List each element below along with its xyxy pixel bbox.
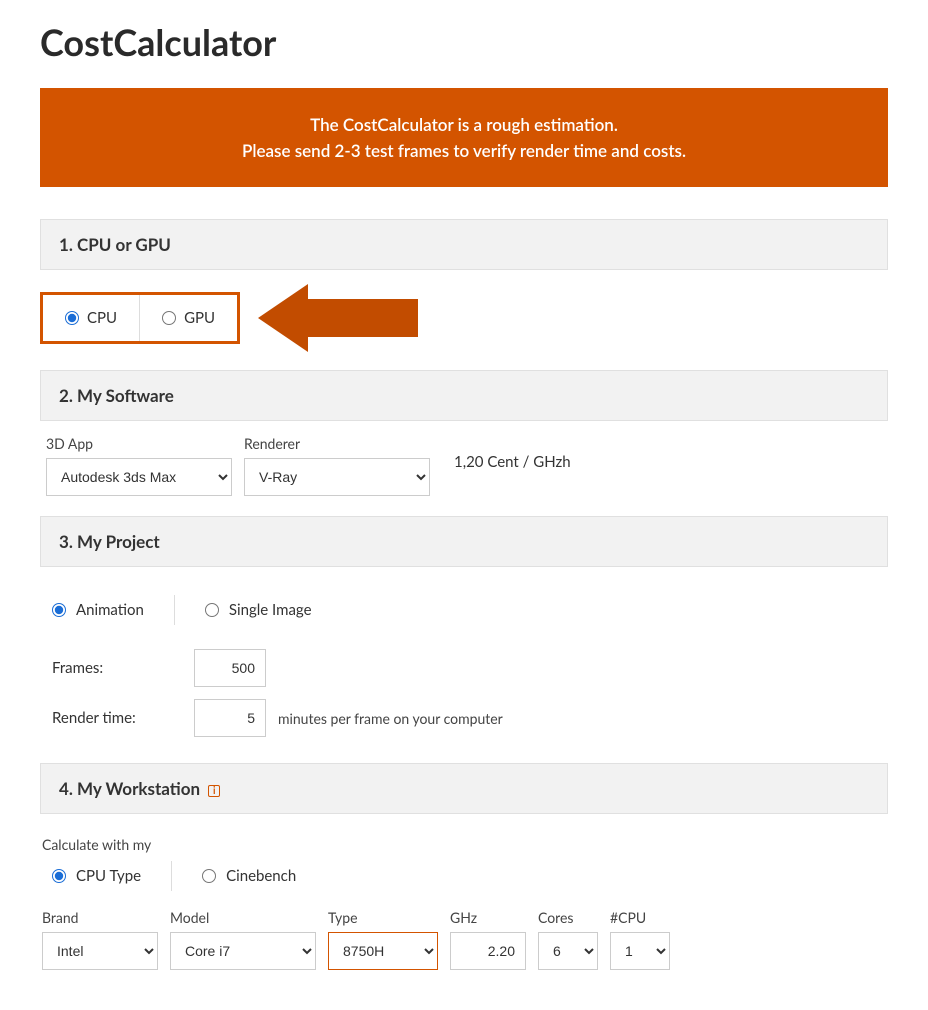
brand-label: Brand bbox=[42, 909, 158, 926]
app-select[interactable]: Autodesk 3ds Max bbox=[46, 458, 232, 496]
cinebench-label: Cinebench bbox=[226, 867, 296, 885]
single-image-radio[interactable] bbox=[205, 603, 219, 617]
banner-line-2: Please send 2-3 test frames to verify re… bbox=[56, 138, 872, 164]
model-label: Model bbox=[170, 909, 316, 926]
render-time-label: Render time: bbox=[52, 709, 182, 727]
renderer-select[interactable]: V-Ray bbox=[244, 458, 430, 496]
render-time-hint: minutes per frame on your computer bbox=[278, 710, 503, 727]
animation-radio[interactable] bbox=[52, 603, 66, 617]
section-header-project: 3. My Project bbox=[40, 516, 888, 567]
cpu-gpu-row: CPU GPU bbox=[40, 270, 888, 370]
cinebench-option[interactable]: Cinebench bbox=[202, 867, 296, 885]
frames-label: Frames: bbox=[52, 659, 182, 677]
app-label: 3D App bbox=[46, 435, 232, 452]
render-time-input[interactable] bbox=[194, 699, 266, 737]
cinebench-radio[interactable] bbox=[202, 869, 216, 883]
info-banner: The CostCalculator is a rough estimation… bbox=[40, 88, 888, 187]
gpu-label: GPU bbox=[184, 309, 215, 327]
ncpu-select[interactable]: 1 bbox=[610, 932, 670, 970]
info-icon[interactable]: i bbox=[208, 785, 220, 797]
gpu-option[interactable]: GPU bbox=[140, 295, 237, 341]
page-title: CostCalculator bbox=[40, 20, 888, 64]
calc-with-label: Calculate with my bbox=[40, 828, 882, 853]
cpu-option[interactable]: CPU bbox=[43, 295, 140, 341]
single-image-label: Single Image bbox=[229, 601, 312, 619]
ghz-label: GHz bbox=[450, 909, 526, 926]
banner-line-1: The CostCalculator is a rough estimation… bbox=[56, 112, 872, 138]
section-header-software: 2. My Software bbox=[40, 370, 888, 421]
model-select[interactable]: Core i7 bbox=[170, 932, 316, 970]
section-header-workstation: 4. My Workstation i bbox=[40, 763, 888, 814]
brand-select[interactable]: Intel bbox=[42, 932, 158, 970]
cpu-type-option[interactable]: CPU Type bbox=[52, 867, 141, 885]
cpu-type-radio[interactable] bbox=[52, 869, 66, 883]
renderer-label: Renderer bbox=[244, 435, 430, 452]
section-header-cpu-gpu: 1. CPU or GPU bbox=[40, 219, 888, 270]
cpu-gpu-toggle: CPU GPU bbox=[40, 292, 240, 344]
frames-input[interactable] bbox=[194, 649, 266, 687]
cpu-radio[interactable] bbox=[65, 311, 79, 325]
divider bbox=[174, 595, 175, 625]
ghz-input[interactable] bbox=[450, 932, 526, 970]
ncpu-label: #CPU bbox=[610, 909, 670, 926]
gpu-radio[interactable] bbox=[162, 311, 176, 325]
single-image-option[interactable]: Single Image bbox=[205, 601, 312, 619]
cpu-label: CPU bbox=[87, 309, 117, 327]
cores-label: Cores bbox=[538, 909, 598, 926]
divider bbox=[171, 861, 172, 891]
cpu-type-label: CPU Type bbox=[76, 867, 141, 885]
animation-label: Animation bbox=[76, 601, 144, 619]
pointer-arrow-icon bbox=[258, 284, 418, 352]
animation-option[interactable]: Animation bbox=[52, 601, 144, 619]
type-label: Type bbox=[328, 909, 438, 926]
price-text: 1,20 Cent / GHzh bbox=[442, 453, 571, 479]
cores-select[interactable]: 6 bbox=[538, 932, 598, 970]
type-select[interactable]: 8750H bbox=[328, 932, 438, 970]
workstation-title: 4. My Workstation bbox=[59, 778, 200, 799]
